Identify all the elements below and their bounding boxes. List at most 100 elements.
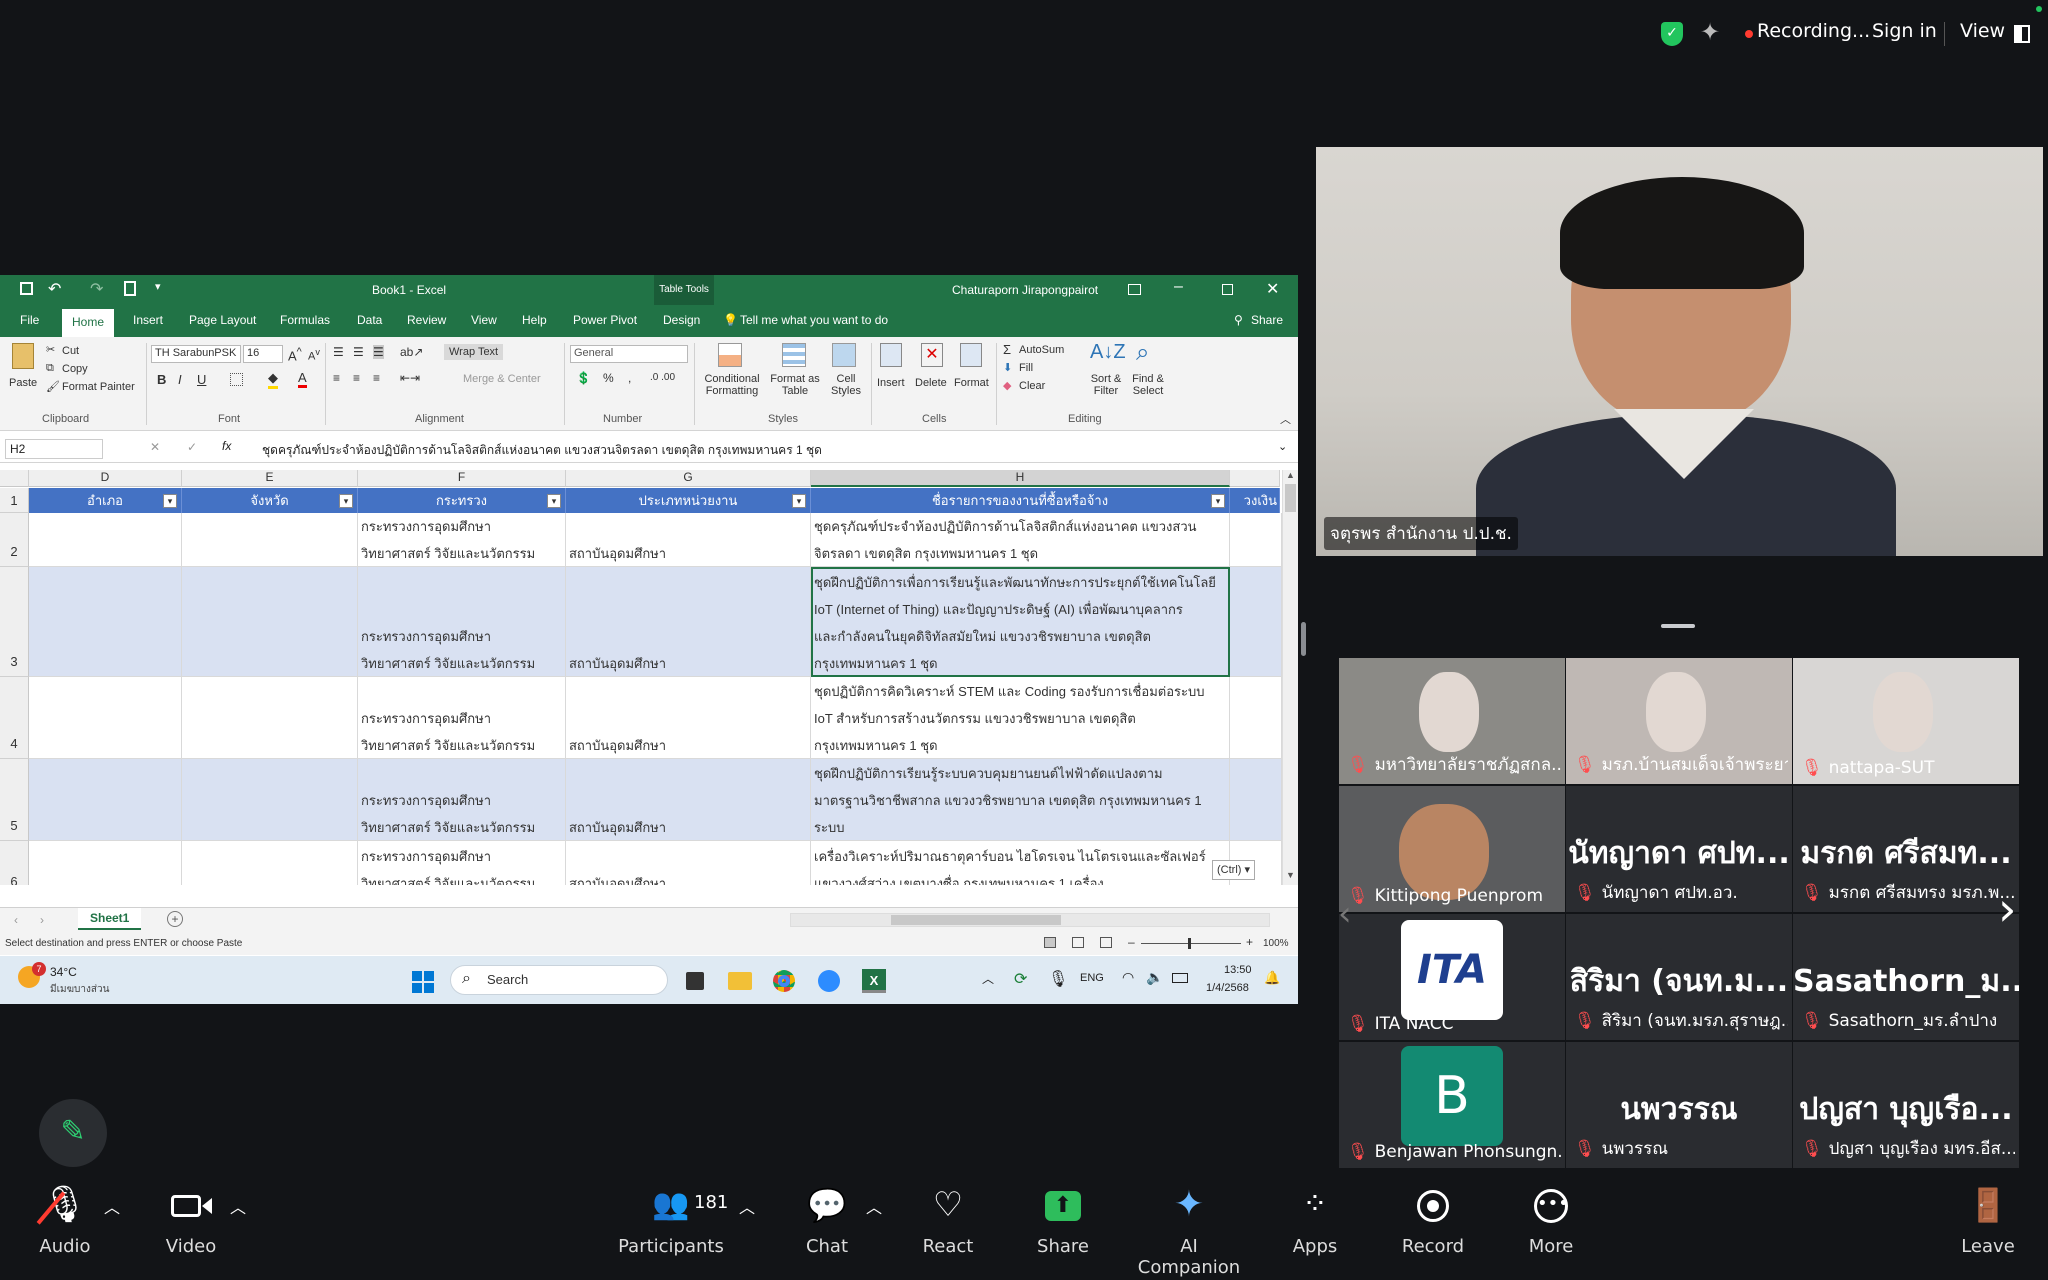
cell-agency-type[interactable]: สถาบันอุดมศึกษา: [566, 677, 811, 759]
participant-tile[interactable]: 🎙 nattapa-SUT: [1793, 658, 2019, 784]
cell-ministry[interactable]: กระทรวงการอุดมศึกษา วิทยาศาสตร์ วิจัยและน…: [358, 841, 566, 885]
font-name-select[interactable]: TH SarabunPSK: [151, 345, 241, 363]
format-cells-button[interactable]: Format: [954, 377, 989, 389]
zoom-slider[interactable]: [1141, 938, 1241, 949]
view-layout-icon[interactable]: [2014, 25, 2030, 43]
user-name[interactable]: Chaturaporn Jirapongpairot: [952, 283, 1098, 297]
paste-button[interactable]: Paste: [9, 377, 37, 389]
zoom-app-icon[interactable]: [818, 970, 840, 992]
tab-design[interactable]: Design: [663, 313, 700, 327]
row-header[interactable]: 1: [0, 488, 29, 513]
conditional-formatting-button[interactable]: Conditional Formatting: [700, 373, 764, 397]
sync-icon[interactable]: ⟳: [1014, 969, 1027, 989]
gallery-prev-icon[interactable]: ‹: [1338, 894, 1352, 934]
tab-formulas[interactable]: Formulas: [280, 313, 330, 327]
tab-home[interactable]: Home: [62, 309, 115, 337]
participants-chevron-icon[interactable]: ︿: [739, 1194, 755, 1218]
row-header[interactable]: 5: [0, 759, 29, 841]
participant-tile[interactable]: มรกต ศรีสมท... 🎙 มรกต ศรีสมทรง มรภ.พ...: [1793, 786, 2019, 912]
cell-item-name[interactable]: ชุดครุภัณฑ์ประจำห้องปฏิบัติการด้านโลจิสต…: [811, 513, 1230, 567]
delete-cells-icon[interactable]: ✕: [921, 343, 943, 367]
apps-button[interactable]: ⁘ Apps: [1255, 1180, 1375, 1257]
cell-budget[interactable]: [1230, 677, 1282, 759]
font-color-icon[interactable]: A: [298, 370, 307, 388]
cell-district[interactable]: [29, 567, 182, 677]
align-top-icon[interactable]: ☰: [333, 345, 344, 359]
excel-app-icon[interactable]: X: [862, 969, 886, 993]
cell-agency-type[interactable]: สถาบันอุดมศึกษา: [566, 567, 811, 677]
audio-options-chevron-icon[interactable]: ︿: [104, 1194, 120, 1218]
tab-file[interactable]: File: [20, 313, 39, 327]
sheet-prev-icon[interactable]: ‹: [14, 913, 18, 927]
redo-icon[interactable]: ↷: [90, 279, 103, 299]
shrink-font-icon[interactable]: Av: [308, 347, 320, 363]
format-as-table-button[interactable]: Format as Table: [764, 373, 826, 397]
cell-province[interactable]: [182, 677, 358, 759]
cell-district[interactable]: [29, 841, 182, 885]
sheet-tab-sheet1[interactable]: Sheet1: [78, 908, 142, 930]
cell-item-name[interactable]: ชุดฝึกปฏิบัติการเพื่อการเรียนรู้และพัฒนา…: [811, 567, 1230, 677]
participant-tile[interactable]: Sasathorn_ม... 🎙 Sasathorn_มร.ลำปาง: [1793, 914, 2019, 1040]
sheet-next-icon[interactable]: ›: [40, 913, 44, 927]
cell-ministry[interactable]: กระทรวงการอุดมศึกษา วิทยาศาสตร์ วิจัยและน…: [358, 759, 566, 841]
gallery-drag-handle[interactable]: [1661, 624, 1695, 628]
filter-dropdown-icon[interactable]: ▾: [339, 494, 353, 508]
collapse-ribbon-icon[interactable]: ︿: [1280, 411, 1291, 427]
cut-button[interactable]: Cut: [62, 345, 79, 357]
language-indicator[interactable]: ENG: [1080, 972, 1104, 984]
task-view-icon[interactable]: [686, 972, 704, 990]
align-left-icon[interactable]: ≡: [333, 371, 340, 385]
paste-icon[interactable]: [12, 343, 34, 369]
header-district[interactable]: อำเภอ ▾: [29, 488, 182, 513]
number-format-select[interactable]: General: [570, 345, 688, 363]
conditional-formatting-icon[interactable]: [718, 343, 742, 367]
font-size-select[interactable]: 16: [243, 345, 283, 363]
leave-button[interactable]: 🚪 Leave: [1928, 1180, 2048, 1257]
cell-district[interactable]: [29, 677, 182, 759]
tab-insert[interactable]: Insert: [133, 313, 163, 327]
tab-data[interactable]: Data: [357, 313, 382, 327]
normal-view-icon[interactable]: [1044, 937, 1056, 948]
speaker-video-tile[interactable]: จตุรพร สำนักงาน ป.ป.ช.: [1316, 147, 2043, 556]
cell-item-name[interactable]: เครื่องวิเคราะห์ปริมาณธาตุคาร์บอน ไฮโดรเ…: [811, 841, 1230, 885]
borders-icon[interactable]: [230, 373, 243, 386]
function-icon[interactable]: fx: [222, 439, 231, 453]
video-options-chevron-icon[interactable]: ︿: [230, 1194, 246, 1218]
cell-province[interactable]: [182, 567, 358, 677]
indent-icon[interactable]: ⇤⇥: [400, 371, 420, 385]
cell-district[interactable]: [29, 759, 182, 841]
ai-companion-button[interactable]: ✦ AI Companion: [1128, 1180, 1250, 1278]
volume-icon[interactable]: 🔈: [1146, 969, 1163, 986]
header-province[interactable]: จังหวัด ▾: [182, 488, 358, 513]
column-header-f[interactable]: F: [358, 470, 566, 487]
scroll-down-icon[interactable]: ▼: [1286, 870, 1295, 880]
filter-dropdown-icon[interactable]: ▾: [547, 494, 561, 508]
spreadsheet-grid[interactable]: D E F G H 1 อำเภอ ▾ จังหวัด ▾ กระทรวง ▾ ประ…: [0, 470, 1298, 885]
view-button[interactable]: View: [1960, 20, 2005, 42]
row-header[interactable]: 6: [0, 841, 29, 885]
clock-date[interactable]: 1/4/2568: [1206, 982, 1249, 994]
tab-page-layout[interactable]: Page Layout: [189, 313, 256, 327]
cell-district[interactable]: [29, 513, 182, 567]
filter-dropdown-icon[interactable]: ▾: [1211, 494, 1225, 508]
column-header-h[interactable]: H: [811, 470, 1230, 487]
cell-budget[interactable]: [1230, 513, 1282, 567]
minimize-icon[interactable]: –: [1174, 278, 1183, 296]
battery-icon[interactable]: [1172, 973, 1188, 983]
format-cells-icon[interactable]: [960, 343, 982, 367]
tab-view[interactable]: View: [471, 313, 497, 327]
column-header-i[interactable]: [1230, 470, 1280, 487]
fill-color-icon[interactable]: ◆: [268, 370, 278, 389]
participant-tile[interactable]: ITA 🎙 ITA NACC: [1339, 914, 1565, 1040]
zoom-level[interactable]: 100%: [1263, 938, 1289, 949]
formula-input[interactable]: ชุดครุภัณฑ์ประจำห้องปฏิบัติการด้านโลจิสต…: [262, 441, 822, 460]
column-header-e[interactable]: E: [182, 470, 358, 487]
participant-tile[interactable]: B 🎙 Benjawan Phonsungn...: [1339, 1042, 1565, 1168]
sort-filter-icon[interactable]: A↓Z: [1090, 341, 1126, 364]
cell-province[interactable]: [182, 841, 358, 885]
cell-budget[interactable]: [1230, 567, 1282, 677]
zoom-in-icon[interactable]: +: [1246, 935, 1253, 949]
tab-power-pivot[interactable]: Power Pivot: [573, 313, 637, 327]
row-header[interactable]: 4: [0, 677, 29, 759]
h-scroll-thumb[interactable]: [891, 915, 1061, 925]
